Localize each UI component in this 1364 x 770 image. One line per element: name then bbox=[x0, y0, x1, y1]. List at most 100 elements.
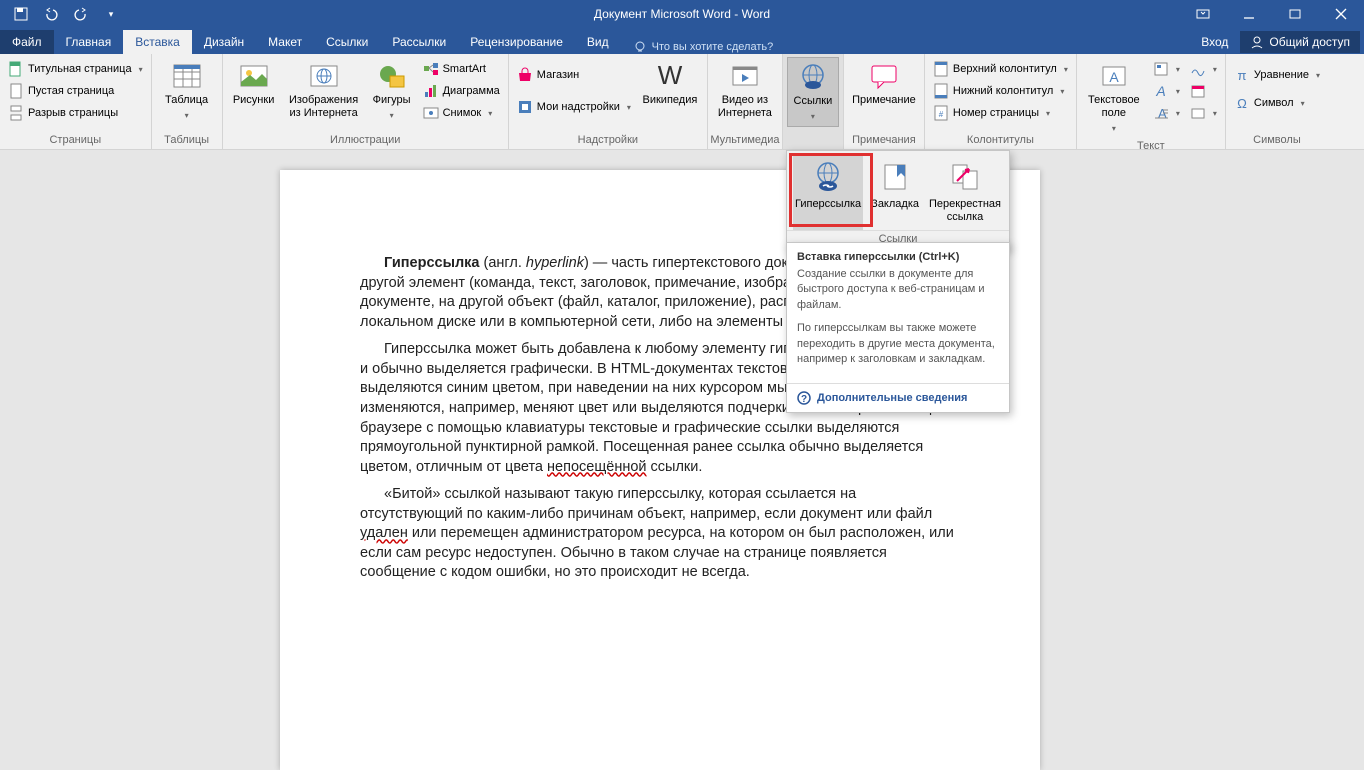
window-title: Документ Microsoft Word - Word bbox=[594, 7, 770, 21]
quick-access-toolbar: ▾ bbox=[0, 2, 124, 26]
blank-page-button[interactable]: Пустая страница bbox=[4, 81, 147, 101]
tab-view[interactable]: Вид bbox=[575, 30, 621, 54]
tell-me[interactable]: Что вы хотите сделать? bbox=[621, 40, 774, 54]
online-pictures-button[interactable]: Изображения из Интернета bbox=[283, 57, 365, 123]
blank-page-icon bbox=[8, 83, 24, 99]
screenshot-button[interactable]: Снимок bbox=[419, 103, 504, 123]
links-split-button[interactable]: Ссылки▾ bbox=[787, 57, 839, 127]
pictures-button[interactable]: Рисунки bbox=[227, 57, 281, 110]
footer-icon bbox=[933, 83, 949, 99]
group-media-label: Мультимедиа bbox=[708, 132, 782, 149]
minimize-icon[interactable] bbox=[1226, 0, 1272, 28]
tab-design[interactable]: Дизайн bbox=[192, 30, 256, 54]
svg-text:π: π bbox=[1237, 68, 1246, 83]
close-icon[interactable] bbox=[1318, 0, 1364, 28]
wordart-button[interactable]: A bbox=[1149, 81, 1184, 101]
my-addins-button[interactable]: Мои надстройки bbox=[513, 97, 635, 117]
redo-icon[interactable] bbox=[68, 2, 94, 26]
group-media: Видео из Интернета Мультимедиа bbox=[708, 54, 783, 149]
svg-text:W: W bbox=[658, 60, 683, 90]
tooltip-more-link[interactable]: ? Дополнительные сведения bbox=[787, 383, 1009, 412]
equation-button[interactable]: πУравнение bbox=[1230, 65, 1324, 85]
chart-button[interactable]: Диаграмма bbox=[419, 81, 504, 101]
svg-text:?: ? bbox=[801, 394, 807, 405]
group-pages-label: Страницы bbox=[0, 132, 151, 149]
smartart-button[interactable]: SmartArt bbox=[419, 59, 504, 79]
online-video-button[interactable]: Видео из Интернета bbox=[712, 57, 778, 123]
page-number-button[interactable]: #Номер страницы bbox=[929, 103, 1072, 123]
titlebar: ▾ Документ Microsoft Word - Word bbox=[0, 0, 1364, 28]
tab-references[interactable]: Ссылки bbox=[314, 30, 380, 54]
object-icon bbox=[1190, 105, 1206, 121]
person-icon bbox=[1250, 35, 1264, 49]
document-area: Гиперссылка Закладка Перекрестная ссылка… bbox=[0, 150, 1364, 531]
quick-parts-icon bbox=[1153, 61, 1169, 77]
bookmark-button[interactable]: Закладка bbox=[863, 155, 927, 230]
svg-text:A: A bbox=[1155, 83, 1165, 99]
help-icon: ? bbox=[797, 391, 811, 405]
tab-review[interactable]: Рецензирование bbox=[458, 30, 575, 54]
page-break-button[interactable]: Разрыв страницы bbox=[4, 103, 147, 123]
comment-button[interactable]: Примечание bbox=[848, 57, 920, 110]
group-symbols: πУравнение ΩСимвол Символы bbox=[1226, 54, 1328, 149]
store-button[interactable]: Магазин bbox=[513, 65, 635, 85]
store-icon bbox=[517, 67, 533, 83]
tab-home[interactable]: Главная bbox=[54, 30, 124, 54]
online-pictures-icon bbox=[308, 60, 340, 92]
save-icon[interactable] bbox=[8, 2, 34, 26]
chart-icon bbox=[423, 83, 439, 99]
tooltip-body: Создание ссылки в документе для быстрого… bbox=[787, 267, 1009, 383]
symbol-icon: Ω bbox=[1234, 95, 1250, 111]
tab-insert[interactable]: Вставка bbox=[123, 30, 192, 54]
comment-icon bbox=[868, 60, 900, 92]
footer-button[interactable]: Нижний колонтитул bbox=[929, 81, 1072, 101]
lightbulb-icon bbox=[633, 40, 647, 54]
object-button[interactable] bbox=[1186, 103, 1221, 123]
quick-parts-button[interactable] bbox=[1149, 59, 1184, 79]
hyperlink-button[interactable]: Гиперссылка bbox=[793, 155, 863, 230]
shapes-icon bbox=[376, 60, 408, 92]
shapes-button[interactable]: Фигуры▾ bbox=[367, 57, 417, 125]
group-illustrations-label: Иллюстрации bbox=[223, 132, 508, 149]
header-button[interactable]: Верхний колонтитул bbox=[929, 59, 1072, 79]
header-icon bbox=[933, 61, 949, 77]
cover-page-button[interactable]: Титульная страница bbox=[4, 59, 147, 79]
crossref-button[interactable]: Перекрестная ссылка bbox=[927, 155, 1003, 230]
group-addins-label: Надстройки bbox=[509, 132, 707, 149]
screenshot-icon bbox=[423, 105, 439, 121]
group-tables: Таблица▾ Таблицы bbox=[152, 54, 223, 149]
group-symbols-label: Символы bbox=[1226, 132, 1328, 149]
wikipedia-button[interactable]: W Википедия bbox=[637, 57, 703, 110]
smartart-icon bbox=[423, 61, 439, 77]
tab-file[interactable]: Файл bbox=[0, 30, 54, 54]
signature-button[interactable] bbox=[1186, 59, 1221, 79]
video-icon bbox=[729, 60, 761, 92]
svg-text:A: A bbox=[1109, 69, 1119, 85]
equation-icon: π bbox=[1234, 67, 1250, 83]
login-link[interactable]: Вход bbox=[1189, 30, 1240, 54]
signature-icon bbox=[1190, 61, 1206, 77]
tell-me-text: Что вы хотите сделать? bbox=[652, 41, 774, 53]
page-break-icon bbox=[8, 105, 24, 121]
maximize-icon[interactable] bbox=[1272, 0, 1318, 28]
symbol-button[interactable]: ΩСимвол bbox=[1230, 93, 1324, 113]
hyperlink-icon bbox=[810, 159, 846, 195]
qat-customize-icon[interactable]: ▾ bbox=[98, 2, 124, 26]
ribbon-options-icon[interactable] bbox=[1180, 0, 1226, 28]
share-button[interactable]: Общий доступ bbox=[1240, 31, 1360, 53]
tab-layout[interactable]: Макет bbox=[256, 30, 314, 54]
table-button[interactable]: Таблица▾ bbox=[156, 57, 218, 125]
wordart-icon: A bbox=[1153, 83, 1169, 99]
dropcap-button[interactable]: A bbox=[1149, 103, 1184, 123]
pagenum-icon: # bbox=[933, 105, 949, 121]
datetime-icon bbox=[1190, 83, 1206, 99]
cover-page-icon bbox=[8, 61, 24, 77]
textbox-button[interactable]: A Текстовое поле▾ bbox=[1081, 57, 1147, 138]
group-addins: Магазин Мои надстройки W Википедия Надст… bbox=[509, 54, 708, 149]
dropcap-icon: A bbox=[1153, 105, 1169, 121]
datetime-button[interactable] bbox=[1186, 81, 1221, 101]
group-headerfooter-label: Колонтитулы bbox=[925, 132, 1076, 149]
tab-mailings[interactable]: Рассылки bbox=[380, 30, 458, 54]
group-tables-label: Таблицы bbox=[152, 132, 222, 149]
undo-icon[interactable] bbox=[38, 2, 64, 26]
